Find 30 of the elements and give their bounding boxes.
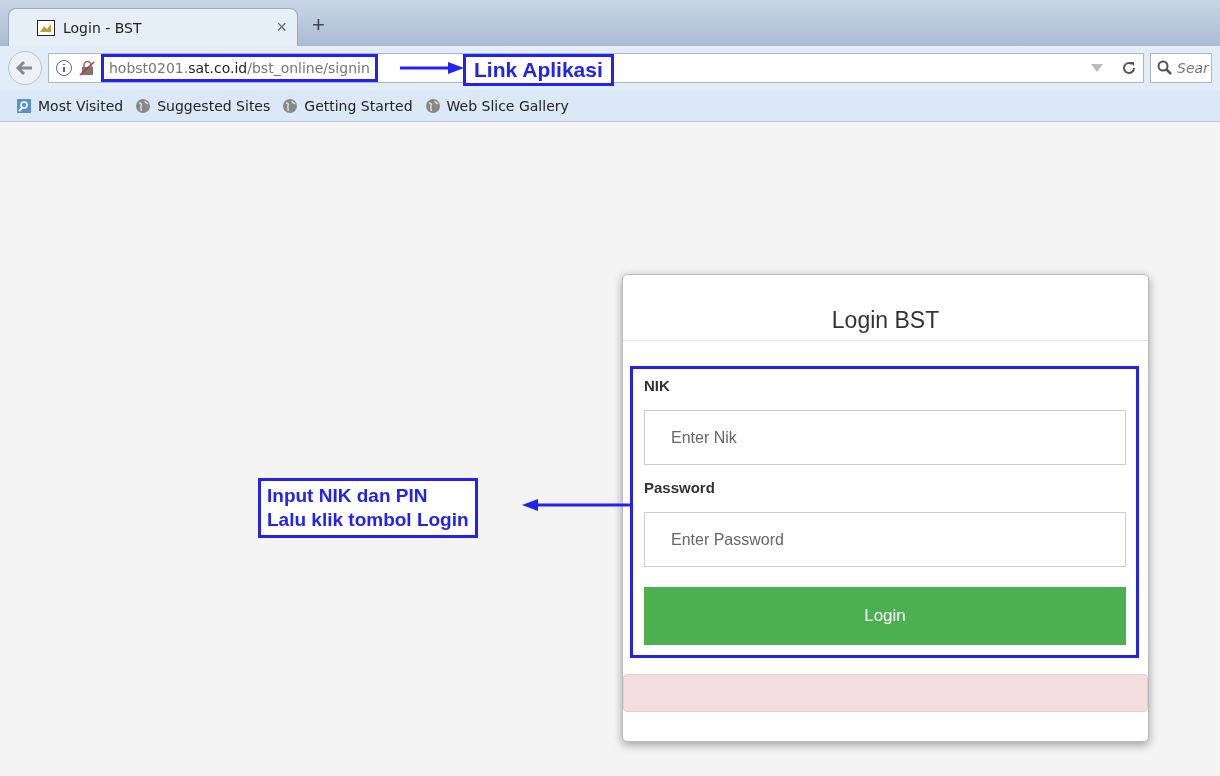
annotation-callout: Input NIK dan PIN Lalu klik tombol Login bbox=[258, 478, 478, 538]
field-label: Password bbox=[644, 479, 716, 496]
globe-icon bbox=[282, 97, 299, 114]
bookmark-link[interactable]: Most Visited bbox=[16, 97, 124, 114]
search-field[interactable]: Sear bbox=[1150, 53, 1212, 83]
browser-tab[interactable]: Login - BST × bbox=[8, 8, 298, 46]
dropdown-icon[interactable] bbox=[1091, 64, 1103, 72]
lock-icon bbox=[79, 60, 95, 76]
bookmark-link[interactable]: Web Slice Gallery bbox=[424, 97, 569, 114]
reload-icon[interactable] bbox=[1121, 60, 1137, 76]
input-field[interactable]: Enter Password bbox=[644, 512, 1126, 567]
bookmark-link[interactable]: Suggested Sites bbox=[135, 97, 271, 114]
login-title: Login BST bbox=[623, 275, 1148, 341]
bookmarks-folder-icon bbox=[16, 97, 32, 114]
new-tab-button[interactable]: + bbox=[312, 12, 325, 46]
arrow bbox=[400, 61, 464, 75]
input-field[interactable]: Enter Nik bbox=[644, 410, 1126, 465]
globe-icon bbox=[424, 97, 441, 114]
back-arrow-icon bbox=[16, 60, 34, 76]
back-button[interactable] bbox=[8, 51, 42, 85]
globe-icon bbox=[135, 97, 152, 114]
search-icon bbox=[1157, 60, 1173, 76]
close-tab-button[interactable]: × bbox=[276, 17, 287, 38]
site-icon bbox=[37, 19, 55, 36]
url-text: hobst0201.sat.co.id/bst_online/signin bbox=[101, 54, 378, 82]
field-label: NIK bbox=[644, 377, 671, 394]
annotation-callout: Link Aplikasi bbox=[463, 54, 614, 86]
bookmark-link[interactable]: Getting Started bbox=[282, 97, 413, 114]
tab-title: Login - BST bbox=[63, 19, 143, 36]
info-icon bbox=[55, 59, 73, 77]
